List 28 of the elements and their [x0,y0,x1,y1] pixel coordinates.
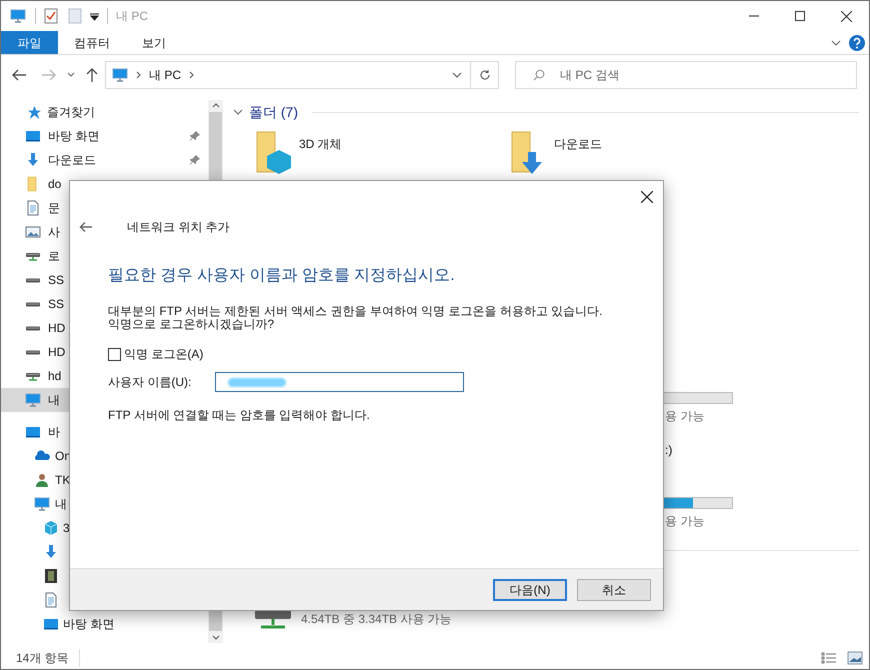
nav-label: 문 [48,200,60,217]
free-space-text: 용 가능 [664,513,706,530]
nav-label: 내 [48,392,60,409]
nav-label: 내 [55,496,67,513]
nav-label: 로 [48,248,60,265]
nav-label: do [48,176,62,193]
nav-label: 3 [63,520,70,537]
free-space-text: 용 가능 [664,408,706,425]
window-title: 내 PC [116,8,148,25]
nav-label: 다운로드 [48,152,96,169]
dialog-heading: 필요한 경우 사용자 이름과 암호를 지정하십시오. [108,266,456,286]
address-path: 내 PC [149,67,182,84]
dialog-title: 네트워크 위치 추가 [127,219,230,236]
nav-label: 바 [48,424,60,441]
nav-label: 사 [48,224,60,241]
description-text: 대부분의 FTP 서버는 제한된 서버 액세스 권한을 부여하여 익명 로그온을 허용하고 있습니다. 익명으로 로그온하시겠습니까? [108,305,604,331]
password-note: FTP 서버에 연결할 때는 암호를 입력해야 합니다. [108,407,371,424]
nav-label: SS [48,272,64,289]
nav-label: hd [48,368,62,385]
nav-label: 바탕 화면 [63,616,114,633]
nav-label: 바탕 화면 [48,128,100,145]
username-label: 사용자 이름(U): [108,374,192,391]
nav-label: TK [55,472,70,489]
item-count: 14개 항목 [16,649,80,667]
nav-label: HD [48,344,66,361]
free-space-text: 4.54TB 중 3.34TB 사용 가능 [301,611,452,628]
nav-label: HD [48,320,66,337]
nav-label: SS [48,296,64,313]
